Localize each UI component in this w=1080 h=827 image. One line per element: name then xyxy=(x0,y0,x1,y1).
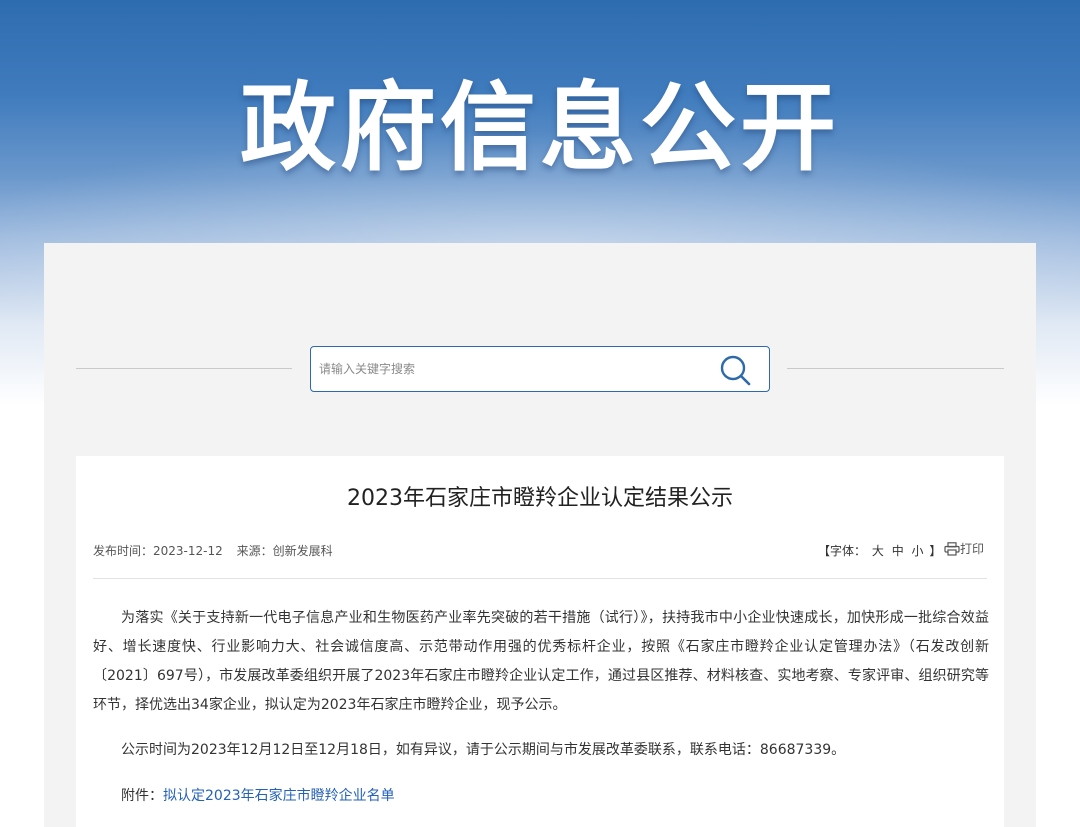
search-box xyxy=(310,346,770,392)
publish-label: 发布时间： xyxy=(93,544,154,558)
attachment-label: 附件： xyxy=(121,788,163,804)
font-size-label: 【字体： xyxy=(818,544,867,558)
article-title: 2023年石家庄市瞪羚企业认定结果公示 xyxy=(347,486,733,511)
article-body: 为落实《关于支持新一代电子信息产业和生物医药产业率先突破的若干措施（试行）》，扶… xyxy=(93,604,989,811)
meta-divider xyxy=(93,578,987,579)
font-size-small[interactable]: 小 xyxy=(912,544,924,558)
source-label: 来源： xyxy=(236,544,273,558)
article-card: 2023年石家庄市瞪羚企业认定结果公示 发布时间：2023-12-12 来源：创… xyxy=(76,456,1004,827)
attachment-line: 附件：拟认定2023年石家庄市瞪羚企业名单 xyxy=(93,782,989,811)
search-input[interactable] xyxy=(319,356,699,382)
font-size-medium[interactable]: 中 xyxy=(892,544,904,558)
article-meta: 发布时间：2023-12-12 来源：创新发展科 xyxy=(93,542,343,559)
publish-date: 2023-12-12 xyxy=(153,544,223,558)
font-size-bracket-close: 】 xyxy=(929,544,942,558)
attachment-link[interactable]: 拟认定2023年石家庄市瞪羚企业名单 xyxy=(163,788,395,804)
print-button[interactable]: 打印 xyxy=(944,540,984,557)
paragraph-main: 为落实《关于支持新一代电子信息产业和生物医药产业率先突破的若干措施（试行）》，扶… xyxy=(93,610,989,713)
source-value: 创新发展科 xyxy=(272,544,333,558)
printer-icon xyxy=(944,541,960,556)
paragraph-notice-period: 公示时间为2023年12月12日至12月18日，如有异议，请于公示期间与市发展改… xyxy=(121,742,846,758)
search-divider-right xyxy=(787,368,1004,369)
search-row xyxy=(76,346,1004,392)
source-info: 来源：创新发展科 xyxy=(237,544,333,558)
search-divider-left xyxy=(76,368,292,369)
font-size-control: 【字体： 大 中 小 】 xyxy=(818,542,941,559)
print-label: 打印 xyxy=(960,542,985,556)
font-size-large[interactable]: 大 xyxy=(872,544,884,558)
search-button[interactable] xyxy=(717,352,753,388)
search-icon xyxy=(720,355,751,386)
banner-title: 政府信息公开 xyxy=(240,72,840,184)
publish-info: 发布时间：2023-12-12 xyxy=(93,544,223,558)
